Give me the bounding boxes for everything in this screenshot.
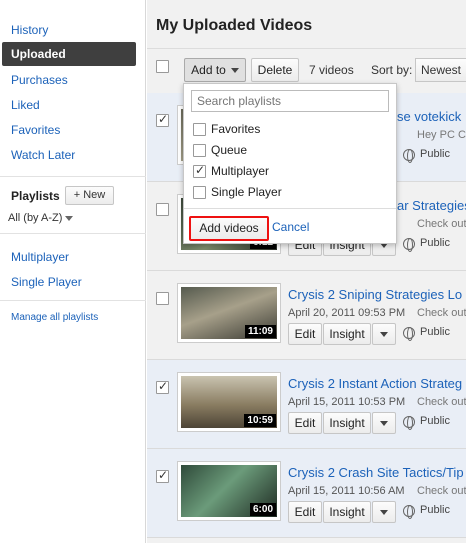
globe-icon	[403, 149, 415, 163]
video-title[interactable]: Crysis 2 Crash Site Tactics/Tip	[288, 465, 464, 480]
nav-history[interactable]: History	[11, 23, 48, 37]
edit-button[interactable]: Edit	[288, 412, 322, 434]
video-description: Hey PC Crys	[417, 129, 466, 141]
video-title[interactable]: ar Strategies	[397, 198, 466, 213]
video-checkbox[interactable]	[156, 112, 169, 127]
row-menu-button[interactable]	[372, 412, 396, 434]
sort-select[interactable]: Newest	[415, 58, 466, 82]
select-all-checkbox[interactable]	[156, 60, 169, 73]
option-checkbox[interactable]	[193, 144, 206, 158]
privacy-status: Public	[420, 504, 450, 516]
video-row: 10:59 Crysis 2 Instant Action Strateg Ap…	[147, 360, 466, 449]
nav-purchases[interactable]: Purchases	[11, 73, 68, 87]
nav-watch-later[interactable]: Watch Later	[11, 148, 75, 162]
nav-liked[interactable]: Liked	[11, 98, 40, 112]
chevron-down-icon	[380, 243, 388, 249]
playlists-heading: Playlists	[11, 189, 60, 203]
video-checkbox[interactable]	[156, 203, 169, 216]
divider	[0, 300, 146, 301]
video-description: Check out	[417, 396, 466, 408]
add-to-playlist-dropdown: Favorites Queue Multiplayer Single Playe…	[183, 83, 397, 244]
playlist-option-single-player[interactable]: Single Player	[193, 185, 282, 200]
insight-button[interactable]: Insight	[323, 323, 371, 345]
option-label: Multiplayer	[211, 164, 270, 178]
page-title: My Uploaded Videos	[156, 17, 313, 34]
video-checkbox[interactable]	[156, 292, 169, 305]
video-thumbnail[interactable]: 10:59	[177, 372, 281, 432]
video-row: 11:09 Crysis 2 Sniping Strategies Lo Apr…	[147, 271, 466, 360]
playlist-option-multiplayer[interactable]: Multiplayer	[193, 163, 270, 179]
add-videos-button[interactable]: Add videos	[189, 216, 269, 241]
option-checkbox[interactable]	[193, 186, 206, 200]
divider	[0, 176, 146, 177]
video-date: April 20, 2011 09:53 PM	[288, 307, 406, 319]
video-title[interactable]: Crysis 2 Sniping Strategies Lo	[288, 287, 462, 302]
row-menu-button[interactable]	[372, 501, 396, 523]
playlist-option-queue[interactable]: Queue	[193, 143, 248, 158]
privacy-status: Public	[420, 415, 450, 427]
video-thumbnail[interactable]: 6:00	[177, 461, 281, 521]
video-description: Check out	[417, 218, 466, 230]
video-description: Check out	[417, 307, 466, 319]
video-thumbnail[interactable]: 11:09	[177, 283, 281, 343]
option-label: Queue	[211, 143, 248, 157]
video-duration: 10:59	[244, 414, 276, 427]
playlist-single-player[interactable]: Single Player	[11, 275, 82, 289]
chevron-down-icon	[380, 421, 388, 427]
playlist-multiplayer[interactable]: Multiplayer	[11, 250, 69, 264]
video-checkbox[interactable]	[156, 379, 169, 394]
globe-icon	[403, 238, 415, 252]
video-description: Check out	[417, 485, 466, 497]
video-row: 6:00 Crysis 2 Crash Site Tactics/Tip Apr…	[147, 449, 466, 538]
privacy-status: Public	[420, 326, 450, 338]
add-to-label: Add to	[191, 63, 226, 77]
chevron-down-icon	[65, 215, 74, 221]
globe-icon	[403, 327, 415, 341]
video-count: 7 videos	[309, 63, 354, 77]
option-label: Single Player	[211, 185, 282, 199]
privacy-status: Public	[420, 148, 450, 160]
manage-playlists-link[interactable]: Manage all playlists	[11, 312, 98, 323]
insight-button[interactable]: Insight	[323, 412, 371, 434]
nav-uploaded[interactable]: Uploaded	[2, 42, 136, 66]
chevron-down-icon	[380, 332, 388, 338]
playlist-sort-label: All (by A-Z)	[8, 212, 63, 224]
edit-button[interactable]: Edit	[288, 501, 322, 523]
divider	[184, 208, 396, 209]
sidebar: History Uploaded Purchases Liked Favorit…	[0, 0, 146, 543]
video-title[interactable]: se votekick	[397, 109, 461, 124]
option-checkbox[interactable]	[193, 123, 206, 137]
video-checkbox[interactable]	[156, 468, 169, 483]
edit-button[interactable]: Edit	[288, 323, 322, 345]
option-checkbox[interactable]	[193, 163, 206, 179]
chevron-down-icon	[230, 68, 239, 74]
nav-favorites[interactable]: Favorites	[11, 123, 60, 137]
divider	[147, 48, 466, 49]
playlist-sort-select[interactable]: All (by A-Z)	[8, 212, 74, 224]
privacy-status: Public	[420, 237, 450, 249]
sort-by-label: Sort by:	[371, 63, 413, 77]
video-title[interactable]: Crysis 2 Instant Action Strateg	[288, 376, 462, 391]
insight-button[interactable]: Insight	[323, 501, 371, 523]
globe-icon	[403, 505, 415, 519]
main-content: My Uploaded Videos Add to Delete 7 video…	[147, 0, 466, 543]
video-date: April 15, 2011 10:56 AM	[288, 485, 405, 497]
playlist-option-favorites[interactable]: Favorites	[193, 122, 261, 137]
divider	[0, 233, 146, 234]
globe-icon	[403, 416, 415, 430]
option-label: Favorites	[211, 122, 261, 136]
video-duration: 11:09	[244, 325, 276, 338]
delete-button[interactable]: Delete	[251, 58, 299, 82]
new-playlist-button[interactable]: + New	[65, 186, 114, 205]
video-duration: 6:00	[249, 503, 276, 516]
video-date: April 15, 2011 10:53 PM	[288, 396, 406, 408]
row-menu-button[interactable]	[372, 323, 396, 345]
search-playlists-input[interactable]	[191, 90, 389, 112]
chevron-down-icon	[380, 510, 388, 516]
cancel-link[interactable]: Cancel	[272, 220, 309, 234]
add-to-button[interactable]: Add to	[184, 58, 246, 82]
